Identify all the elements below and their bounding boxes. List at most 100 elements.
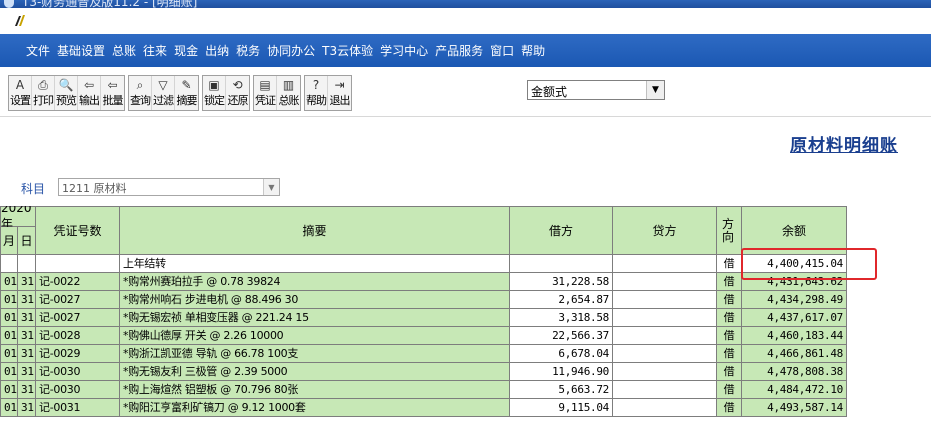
toolbar-button-preview[interactable]: 🔍 预览 — [55, 76, 78, 110]
ledger-icon: ▥ — [282, 78, 295, 92]
toolbar-button-restore[interactable]: ⟲ 还原 — [226, 76, 249, 110]
direction-cell: 借 — [717, 345, 742, 363]
month-cell: 01 — [0, 291, 18, 309]
chevron-down-icon[interactable]: ▼ — [646, 81, 664, 99]
debit-cell: 6,678.04 — [510, 345, 613, 363]
menu-item[interactable]: 总账 — [112, 42, 136, 59]
balance-cell: 4,493,587.14 — [742, 399, 847, 417]
toolbar-button-print[interactable]: ⎙ 打印 — [32, 76, 55, 110]
subject-select-value: 1211 原材料 — [62, 182, 127, 195]
toolbar-button-filter[interactable]: ▽ 过滤 — [152, 76, 175, 110]
balance-cell: 4,434,298.49 — [742, 291, 847, 309]
summary-icon: ✎ — [181, 78, 192, 92]
menu-item[interactable]: 税务 — [236, 42, 260, 59]
toolbar-button-label: 打印 — [33, 94, 54, 107]
chevron-down-icon[interactable]: ▼ — [263, 179, 279, 195]
table-row[interactable]: 01 31 记-0030 *购无锡友利 三极管 @ 2.39 5000 11,946.9… — [0, 363, 847, 381]
direction-cell: 借 — [717, 381, 742, 399]
table-row[interactable]: 01 31 记-0030 *购上海煊然 铝塑板 @ 70.796 80张 5,663.7… — [0, 381, 847, 399]
toolbar-button-ledger[interactable]: ▥ 总账 — [277, 76, 300, 110]
subject-label: 科目 — [21, 182, 46, 196]
restore-icon: ⟲ — [232, 78, 243, 92]
summary-cell: *购佛山德厚 开关 @ 2.26 10000 — [120, 327, 510, 345]
balance-cell: 4,460,183.44 — [742, 327, 847, 345]
toolbar-button-summary[interactable]: ✎ 摘要 — [175, 76, 198, 110]
format-select[interactable]: 金额式 ▼ — [527, 80, 665, 100]
format-select-value: 金额式 — [531, 85, 568, 99]
summary-header: 摘要 — [120, 206, 510, 255]
voucher-header: 凭证号数 — [36, 206, 120, 255]
summary-cell: *购常州响石 步进电机 @ 88.496 30 — [120, 291, 510, 309]
toolbar-button-batch[interactable]: ⇦ 批量 — [101, 76, 124, 110]
help-icon: ? — [312, 78, 320, 92]
document-window-icon[interactable] — [14, 14, 26, 27]
report-title: 原材料明细账 — [790, 136, 898, 156]
day-cell — [18, 255, 36, 273]
toolbar-button-voucher[interactable]: ▤ 凭证 — [254, 76, 277, 110]
mdi-strip — [0, 8, 931, 34]
table-row[interactable]: 01 31 记-0027 *购常州响石 步进电机 @ 88.496 30 2,654.8… — [0, 291, 847, 309]
year-header: 2020年 — [0, 206, 36, 231]
balance-cell: 4,484,472.10 — [742, 381, 847, 399]
month-cell — [0, 255, 18, 273]
day-cell: 31 — [18, 327, 36, 345]
toolbar-area: A 设置 ⎙ 打印 🔍 预览 ⇦ 输出 ⇦ 批量 ⌕ 查询 ▽ 过滤 ✎ 摘要 ▣ 锁定 ⟲ 还原 ▤ 凭证 ▥ 总账? 帮助 ⇥… — [0, 67, 931, 117]
direction-cell: 借 — [717, 291, 742, 309]
credit-cell — [613, 363, 717, 381]
toolbar-button-label: 批量 — [102, 94, 124, 107]
menu-item[interactable]: 文件 — [26, 42, 50, 59]
table-row[interactable]: 01 31 记-0027 *购无锡宏祯 单相变压器 @ 221.24 15 3,318.… — [0, 309, 847, 327]
toolbar-button-lock[interactable]: ▣ 锁定 — [203, 76, 226, 110]
menu-item[interactable]: 产品服务 — [435, 42, 483, 59]
voucher-cell: 记-0022 — [36, 273, 120, 291]
toolbar-button-label: 帮助 — [306, 94, 327, 107]
voucher-cell — [36, 255, 120, 273]
menu-item[interactable]: 窗口 — [490, 42, 514, 59]
menu-item[interactable]: 基础设置 — [57, 42, 105, 59]
menu-item[interactable]: T3云体验 — [322, 42, 373, 59]
menu-item[interactable]: 帮助 — [521, 42, 545, 59]
toolbar-button-query[interactable]: ⌕ 查询 — [129, 76, 152, 110]
credit-cell — [613, 255, 717, 273]
menu-item[interactable]: 学习中心 — [380, 42, 428, 59]
filter-icon: ▽ — [158, 78, 168, 92]
debit-cell: 22,566.37 — [510, 327, 613, 345]
debit-header: 借方 — [510, 206, 613, 255]
voucher-cell: 记-0030 — [36, 363, 120, 381]
credit-cell — [613, 345, 717, 363]
menu-item[interactable]: 往来 — [143, 42, 167, 59]
batch-icon: ⇦ — [107, 78, 118, 92]
menu-item[interactable]: 协同办公 — [267, 42, 315, 59]
toolbar-button-help[interactable]: ? 帮助 — [305, 76, 328, 110]
day-cell: 31 — [18, 291, 36, 309]
credit-cell — [613, 291, 717, 309]
voucher-icon: ▤ — [259, 78, 271, 92]
summary-cell: *购阳江亨富利矿镐刀 @ 9.12 1000套 — [120, 399, 510, 417]
direction-header: 方向 — [717, 206, 742, 255]
toolbar-button-export[interactable]: ⇦ 输出 — [78, 76, 101, 110]
menu-item[interactable]: 现金 — [174, 42, 198, 59]
table-row[interactable]: 01 31 记-0028 *购佛山德厚 开关 @ 2.26 10000 22,566.3… — [0, 327, 847, 345]
menu-item[interactable]: 出纳 — [205, 42, 229, 59]
settings-icon: A — [15, 78, 25, 92]
credit-header: 贷方 — [613, 206, 717, 255]
lock-icon: ▣ — [208, 78, 220, 92]
table-row[interactable]: 上年结转借 4,400,415.04 — [0, 255, 847, 273]
voucher-cell: 记-0028 — [36, 327, 120, 345]
print-icon: ⎙ — [38, 78, 48, 92]
table-row[interactable]: 01 31 记-0022 *购常州赛珀拉手 @ 0.78 39824 31,228.58… — [0, 273, 847, 291]
table-row[interactable]: 01 31 记-0031 *购阳江亨富利矿镐刀 @ 9.12 1000套 9,115.0… — [0, 399, 847, 417]
toolbar-button-exit[interactable]: ⇥ 退出 — [328, 76, 351, 110]
summary-cell: *购常州赛珀拉手 @ 0.78 39824 — [120, 273, 510, 291]
direction-cell: 借 — [717, 363, 742, 381]
toolbar-button-settings[interactable]: A 设置 — [9, 76, 32, 110]
balance-cell: 4,466,861.48 — [742, 345, 847, 363]
subject-select[interactable]: 1211 原材料 ▼ — [58, 178, 280, 196]
toolbar-button-label: 输出 — [79, 94, 100, 107]
toolbar-button-label: 设置 — [10, 94, 31, 107]
voucher-cell: 记-0027 — [36, 291, 120, 309]
table-row[interactable]: 01 31 记-0029 *购浙江凯亚德 导轨 @ 66.78 100支 6,678.0… — [0, 345, 847, 363]
app-icon — [4, 0, 14, 8]
direction-cell: 借 — [717, 255, 742, 273]
toolbar-group: ? 帮助 ⇥ 退出 — [304, 75, 352, 111]
